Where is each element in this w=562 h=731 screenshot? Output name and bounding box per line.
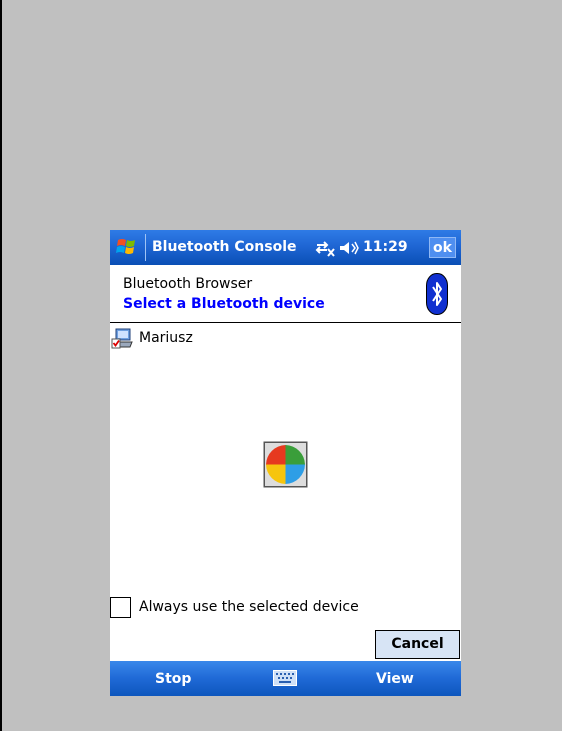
stop-softkey[interactable]: Stop xyxy=(155,671,191,687)
busy-indicator-icon xyxy=(263,441,308,488)
keyboard-icon[interactable] xyxy=(273,670,297,686)
always-use-label[interactable]: Always use the selected device xyxy=(139,599,359,615)
computer-icon xyxy=(111,328,133,349)
volume-icon[interactable] xyxy=(339,240,359,256)
menu-bar: Stop View xyxy=(110,661,461,696)
page-subtitle: Select a Bluetooth device xyxy=(123,296,325,312)
view-softkey[interactable]: View xyxy=(376,671,414,687)
title-bar: Bluetooth Console 11:29 ok xyxy=(110,230,461,265)
window-title: Bluetooth Console xyxy=(152,239,297,255)
page-title: Bluetooth Browser xyxy=(123,276,253,292)
clock[interactable]: 11:29 xyxy=(363,239,408,255)
cancel-button[interactable]: Cancel xyxy=(375,630,460,659)
windows-start-icon[interactable] xyxy=(115,236,139,258)
bluetooth-icon xyxy=(426,273,448,315)
connectivity-icon[interactable] xyxy=(314,239,336,257)
window-border xyxy=(0,0,2,731)
ok-button[interactable]: ok xyxy=(429,237,456,258)
list-item-device[interactable]: Mariusz xyxy=(111,328,311,350)
always-use-checkbox[interactable] xyxy=(110,597,131,618)
device-name: Mariusz xyxy=(139,330,193,346)
title-separator xyxy=(145,234,146,261)
page-header: Bluetooth Browser Select a Bluetooth dev… xyxy=(110,265,461,323)
pocketpc-screen: Bluetooth Console 11:29 ok Bluetooth Bro… xyxy=(110,230,461,696)
